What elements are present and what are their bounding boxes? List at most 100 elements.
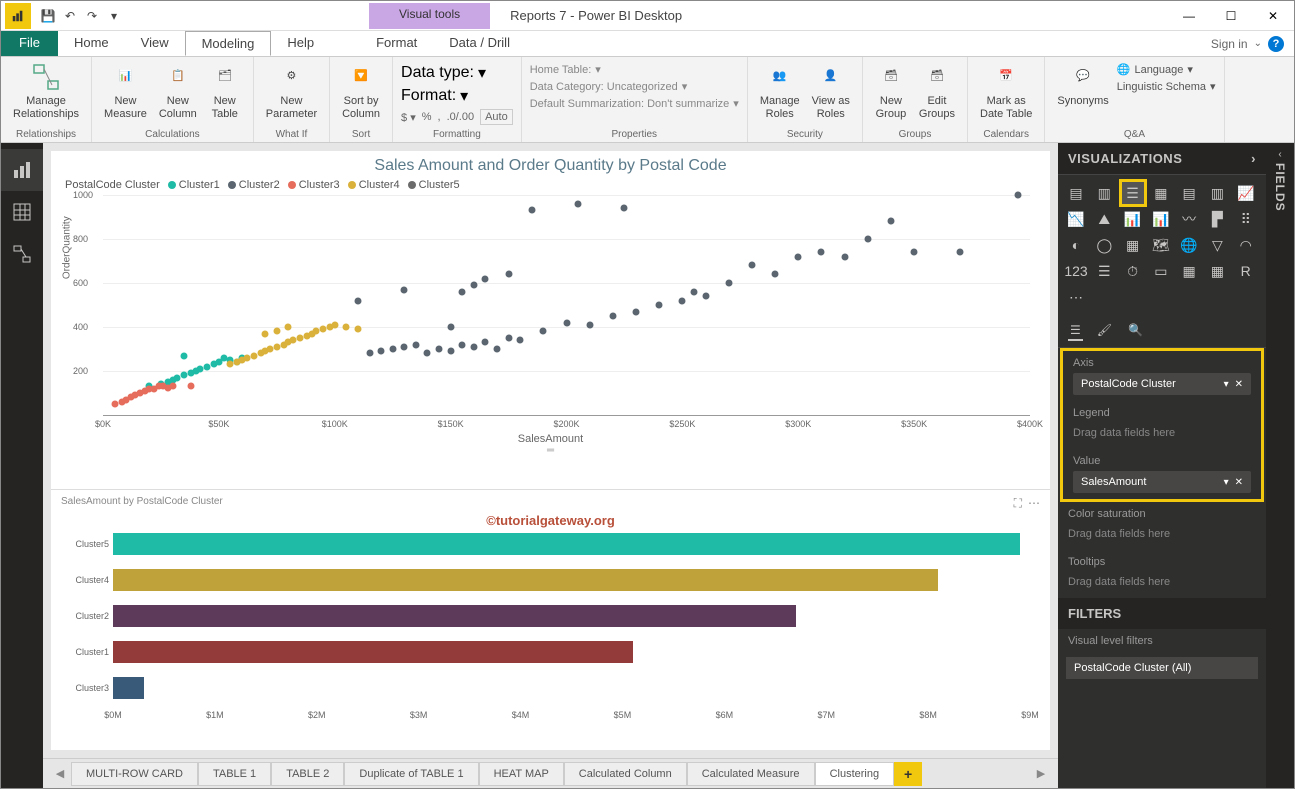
chevron-down-icon[interactable]: ⌄ [1254, 38, 1262, 49]
funnel-icon[interactable]: ▽ [1205, 233, 1229, 257]
page-tab[interactable]: Calculated Measure [687, 762, 815, 786]
new-parameter-button[interactable]: ⚙New Parameter [262, 59, 321, 123]
collapse-panel-icon[interactable]: › [1251, 151, 1256, 166]
map-icon[interactable]: 🗺 [1149, 233, 1173, 257]
minimize-button[interactable]: — [1168, 2, 1210, 30]
page-tab[interactable]: MULTI-ROW CARD [71, 762, 198, 786]
field-menu-icon[interactable]: ▾ [1224, 379, 1229, 390]
page-tab[interactable]: Calculated Column [564, 762, 687, 786]
tab-help[interactable]: Help [271, 31, 330, 56]
synonyms-button[interactable]: 💬Synonyms [1053, 59, 1112, 110]
clustered-bar-icon[interactable]: ☰ [1121, 181, 1145, 205]
report-view-icon[interactable] [1, 149, 43, 191]
tab-nav-left-icon[interactable]: ◀ [49, 767, 71, 780]
combo-icon[interactable]: 📊 [1121, 207, 1145, 231]
area-icon[interactable]: 📉 [1064, 207, 1088, 231]
report-canvas[interactable]: Sales Amount and Order Quantity by Posta… [51, 151, 1050, 750]
axis-field[interactable]: PostalCode Cluster▾✕ [1073, 373, 1251, 395]
filter-item[interactable]: PostalCode Cluster (All) [1066, 657, 1258, 679]
focus-mode-icon[interactable]: ⛶ [1014, 496, 1022, 511]
remove-field-icon[interactable]: ✕ [1235, 379, 1243, 390]
manage-roles-button[interactable]: 👥Manage Roles [756, 59, 804, 123]
summarization-label[interactable]: Default Summarization: Don't summarize [530, 98, 730, 110]
filled-map-icon[interactable]: 🌐 [1177, 233, 1201, 257]
add-page-button[interactable]: + [894, 762, 922, 786]
new-column-button[interactable]: 📋New Column [155, 59, 201, 123]
linguistic-schema-dropdown[interactable]: Linguistic Schema ▾ [1117, 80, 1216, 93]
clustered-column-icon[interactable]: ▦ [1149, 181, 1173, 205]
file-menu[interactable]: File [1, 31, 58, 56]
format-tab-icon[interactable]: 🖌 [1095, 321, 1114, 341]
line-icon[interactable]: 📈 [1234, 181, 1258, 205]
page-tab[interactable]: HEAT MAP [479, 762, 564, 786]
maximize-button[interactable]: ☐ [1210, 2, 1252, 30]
page-tab[interactable]: Duplicate of TABLE 1 [344, 762, 478, 786]
scatter-chart-visual[interactable]: Sales Amount and Order Quantity by Posta… [51, 151, 1050, 477]
card-icon[interactable]: 123 [1064, 259, 1088, 283]
matrix-icon[interactable]: ▦ [1205, 259, 1229, 283]
tab-home[interactable]: Home [58, 31, 125, 56]
analytics-tab-icon[interactable]: 🔍 [1126, 321, 1145, 341]
tab-modeling[interactable]: Modeling [185, 31, 272, 56]
stacked-column-icon[interactable]: ▥ [1092, 181, 1116, 205]
fields-tab-icon[interactable]: ☰ [1068, 321, 1083, 341]
tooltips-placeholder[interactable]: Drag data fields here [1068, 572, 1256, 592]
data-view-icon[interactable] [1, 191, 43, 233]
comma-icon[interactable]: , [438, 111, 441, 123]
decimal-icon[interactable]: .0/.00 [447, 111, 475, 123]
tab-data-drill[interactable]: Data / Drill [433, 31, 526, 56]
100-bar-icon[interactable]: ▤ [1177, 181, 1201, 205]
view-as-roles-button[interactable]: 👤View as Roles [808, 59, 854, 123]
language-dropdown[interactable]: 🌐 Language ▾ [1117, 63, 1216, 76]
new-measure-button[interactable]: 📊New Measure [100, 59, 151, 123]
100-column-icon[interactable]: ▥ [1205, 181, 1229, 205]
percent-icon[interactable]: % [422, 111, 432, 123]
waterfall-icon[interactable]: ▛ [1205, 207, 1229, 231]
filters-panel-header[interactable]: FILTERS [1058, 598, 1266, 629]
visual-splitter-icon[interactable]: ═ [61, 445, 1040, 457]
donut-icon[interactable]: ◯ [1092, 233, 1116, 257]
qat-dropdown-icon[interactable]: ▾ [103, 5, 125, 27]
page-tab[interactable]: TABLE 1 [198, 762, 271, 786]
sign-in-link[interactable]: Sign in [1211, 37, 1248, 51]
fields-panel-collapsed[interactable]: ‹ FIELDS [1266, 143, 1294, 788]
redo-icon[interactable]: ↷ [81, 5, 103, 27]
legend-well-placeholder[interactable]: Drag data fields here [1073, 423, 1251, 443]
page-tab[interactable]: TABLE 2 [271, 762, 344, 786]
r-visual-icon[interactable]: R [1234, 259, 1258, 283]
more-visuals-icon[interactable]: ⋯ [1064, 285, 1088, 309]
close-button[interactable]: ✕ [1252, 2, 1294, 30]
bar-chart-visual[interactable]: SalesAmount by PostalCode Cluster ⛶⋯ ©tu… [51, 489, 1050, 750]
page-tab-active[interactable]: Clustering [815, 762, 895, 786]
save-icon[interactable]: 💾 [37, 5, 59, 27]
gauge-icon[interactable]: ◠ [1234, 233, 1258, 257]
tab-nav-right-icon[interactable]: ▶ [1030, 767, 1052, 780]
mark-date-table-button[interactable]: 📅Mark as Date Table [976, 59, 1036, 123]
new-table-button[interactable]: 🗂New Table [205, 59, 245, 123]
kpi-icon[interactable]: ⏱ [1121, 259, 1145, 283]
color-saturation-placeholder[interactable]: Drag data fields here [1068, 524, 1256, 544]
model-view-icon[interactable] [1, 233, 43, 275]
chevron-down-icon[interactable]: ▾ [460, 86, 468, 106]
ribbon-icon[interactable]: 〰 [1177, 207, 1201, 231]
multirow-icon[interactable]: ☰ [1092, 259, 1116, 283]
remove-field-icon[interactable]: ✕ [1235, 477, 1243, 488]
stacked-area-icon[interactable]: ⛰ [1092, 207, 1116, 231]
sort-by-column-button[interactable]: 🔽Sort by Column [338, 59, 384, 123]
more-options-icon[interactable]: ⋯ [1028, 496, 1040, 511]
edit-groups-button[interactable]: 🗃Edit Groups [915, 59, 959, 123]
table-icon[interactable]: ▦ [1177, 259, 1201, 283]
chevron-down-icon[interactable]: ▾ [478, 63, 486, 83]
home-table-label[interactable]: Home Table: [530, 64, 592, 76]
currency-icon[interactable]: $ ▾ [401, 111, 416, 124]
decimal-auto[interactable]: Auto [480, 109, 513, 125]
scatter-icon[interactable]: ⠿ [1234, 207, 1258, 231]
new-group-button[interactable]: 🗃New Group [871, 59, 911, 123]
pie-icon[interactable]: ◐ [1064, 233, 1088, 257]
help-icon[interactable]: ? [1268, 36, 1284, 52]
undo-icon[interactable]: ↶ [59, 5, 81, 27]
field-menu-icon[interactable]: ▾ [1224, 477, 1229, 488]
slicer-icon[interactable]: ▭ [1149, 259, 1173, 283]
tab-view[interactable]: View [125, 31, 185, 56]
treemap-icon[interactable]: ▦ [1121, 233, 1145, 257]
